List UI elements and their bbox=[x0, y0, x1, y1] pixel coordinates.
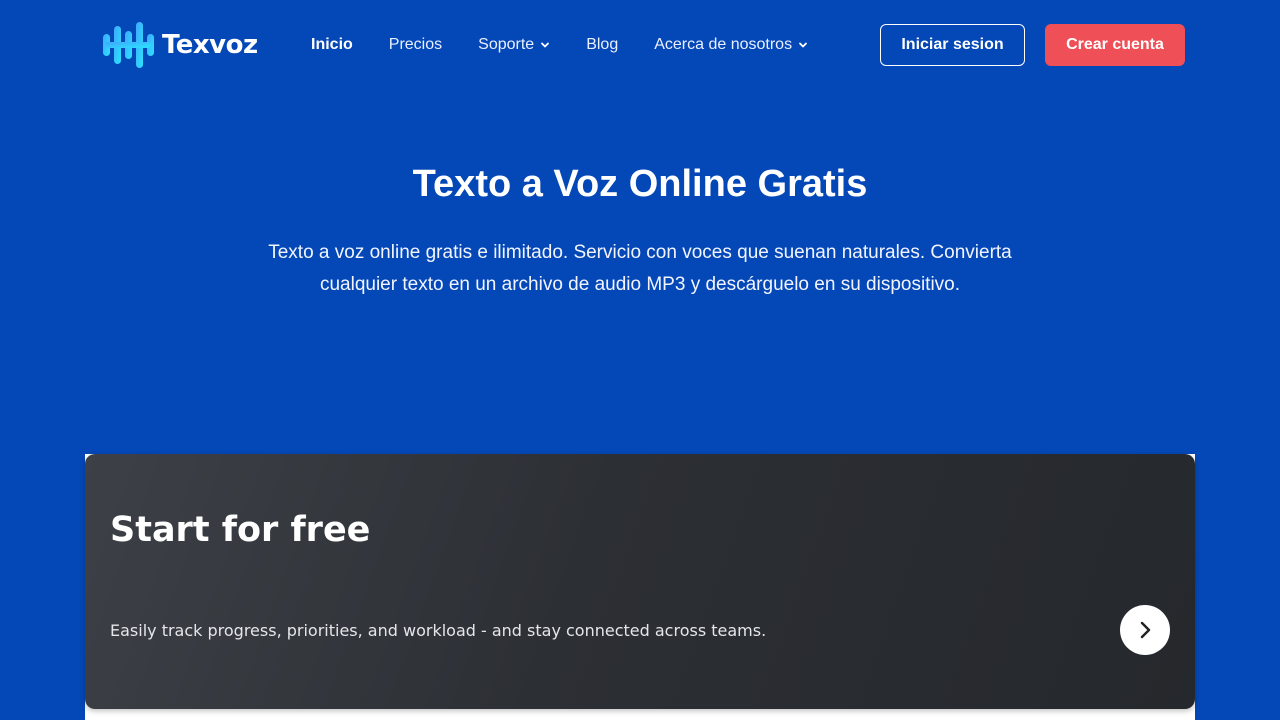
chevron-down-icon bbox=[799, 42, 807, 48]
nav-item-soporte[interactable]: Soporte bbox=[478, 36, 550, 54]
soundwave-logo-icon bbox=[103, 22, 154, 68]
chevron-right-icon bbox=[1140, 621, 1151, 639]
nav-item-label: Blog bbox=[586, 36, 619, 53]
login-button[interactable]: Iniciar sesion bbox=[880, 24, 1025, 66]
brand-name: Texvoz bbox=[162, 30, 258, 60]
hero-title: Texto a Voz Online Gratis bbox=[412, 163, 868, 205]
nav-item-label: Acerca de nosotros bbox=[654, 36, 793, 53]
promo-title: Start for free bbox=[110, 510, 371, 550]
main-nav: Inicio Precios Soporte Blog Acerca de no… bbox=[311, 33, 844, 57]
promo-next-button[interactable] bbox=[1120, 605, 1170, 655]
nav-item-precios[interactable]: Precios bbox=[389, 36, 442, 54]
nav-item-acerca[interactable]: Acerca de nosotros bbox=[654, 36, 808, 54]
nav-item-label: Inicio bbox=[311, 36, 353, 53]
nav-item-label: Soporte bbox=[478, 36, 535, 53]
top-navbar: Texvoz Inicio Precios Soporte Blog Acerc… bbox=[0, 0, 1280, 90]
promo-description: Easily track progress, priorities, and w… bbox=[110, 621, 767, 640]
nav-item-blog[interactable]: Blog bbox=[586, 36, 618, 54]
chevron-down-icon bbox=[541, 42, 550, 48]
nav-item-inicio[interactable]: Inicio bbox=[311, 36, 353, 54]
signup-button[interactable]: Crear cuenta bbox=[1045, 24, 1185, 66]
promo-card: Start for free Easily track progress, pr… bbox=[85, 454, 1195, 709]
nav-item-label: Precios bbox=[388, 36, 443, 53]
hero-subtitle: Texto a voz online gratis e ilimitado. S… bbox=[268, 242, 1012, 295]
brand-logo[interactable]: Texvoz bbox=[102, 20, 258, 70]
